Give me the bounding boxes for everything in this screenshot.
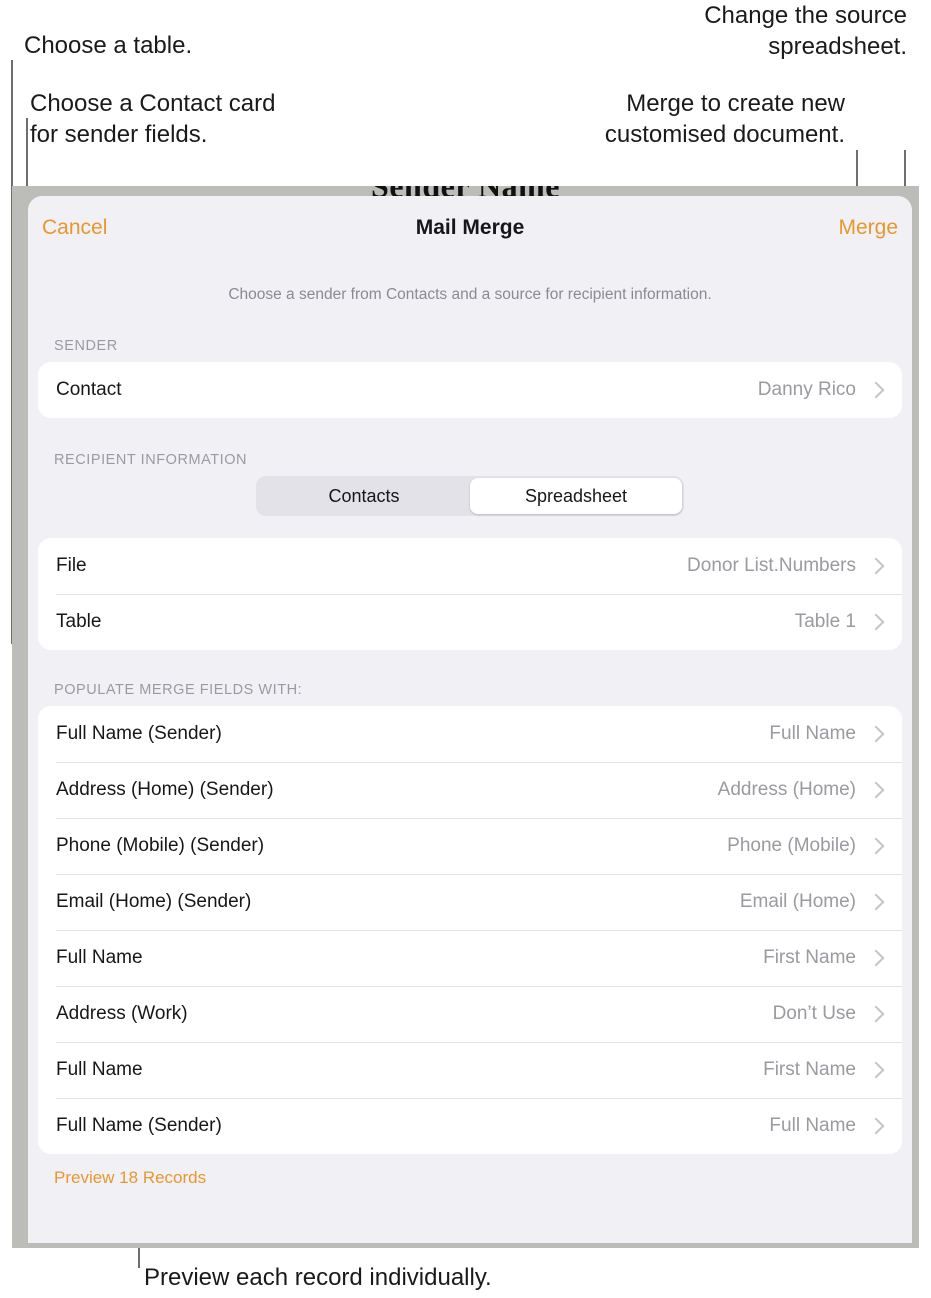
table-row[interactable]: Email (Home) (Sender) Email (Home) [38,874,902,930]
table-row[interactable]: Phone (Mobile) (Sender) Phone (Mobile) [38,818,902,874]
recipient-source-segmented-wrap: Contacts Spreadsheet [28,476,912,516]
merge-fields-group-label: POPULATE MERGE FIELDS WITH: [54,682,303,698]
row-file[interactable]: File Donor List.Numbers [38,538,902,594]
row-label: Address (Work) [56,1003,188,1024]
sender-card: Contact Danny Rico [38,362,902,418]
callout-choose-contact: Choose a Contact card for sender fields. [30,90,276,148]
row-label: Address (Home) (Sender) [56,779,274,800]
row-label: Email (Home) (Sender) [56,891,252,912]
row-value: Phone (Mobile) [727,835,856,856]
row-label: Table [56,611,102,632]
row-label: Full Name (Sender) [56,723,222,744]
chevron-right-icon [867,893,885,911]
row-value: Donor List.Numbers [687,555,856,576]
preview-records-link[interactable]: Preview 18 Records [54,1168,206,1188]
callout-change-source: Change the source spreadsheet. [704,2,907,60]
row-contact[interactable]: Contact Danny Rico [38,362,902,418]
chevron-right-icon [867,837,885,855]
table-row[interactable]: Full Name (Sender) Full Name [38,706,902,762]
row-label: Full Name [56,1059,143,1080]
table-row[interactable]: Full Name First Name [38,930,902,986]
row-label: Phone (Mobile) (Sender) [56,835,265,856]
row-label: Contact [56,379,122,400]
sender-group-label: SENDER [54,338,118,354]
merge-fields-card: Full Name (Sender) Full Name Address (Ho… [38,706,902,1154]
segment-spreadsheet[interactable]: Spreadsheet [470,478,682,514]
chevron-right-icon [867,557,885,575]
chevron-right-icon [867,1005,885,1023]
sheet-subtitle: Choose a sender from Contacts and a sour… [228,286,712,303]
row-label: Full Name [56,947,143,968]
chevron-right-icon [867,949,885,967]
row-value: Table 1 [794,611,856,632]
table-row[interactable]: Full Name (Sender) Full Name [38,1098,902,1154]
row-value: First Name [763,1059,856,1080]
chevron-right-icon [867,1061,885,1079]
chevron-right-icon [867,725,885,743]
sheet-header: Cancel Mail Merge Merge [28,196,912,268]
table-row[interactable]: Full Name First Name [38,1042,902,1098]
row-label: File [56,555,87,576]
chevron-right-icon [867,1117,885,1135]
page-title: Mail Merge [415,216,525,239]
row-value: Email (Home) [739,891,856,912]
chevron-right-icon [867,781,885,799]
row-value: Full Name [769,1115,856,1136]
row-value: Full Name [769,723,856,744]
merge-button[interactable]: Merge [838,216,898,240]
chevron-right-icon [867,381,885,399]
callout-choose-table: Choose a table. [24,32,193,59]
row-value: Address (Home) [717,779,856,800]
mail-merge-sheet: Cancel Mail Merge Merge Choose a sender … [28,196,912,1243]
row-table[interactable]: Table Table 1 [38,594,902,650]
row-value: First Name [763,947,856,968]
row-label: Full Name (Sender) [56,1115,222,1136]
callout-preview-each: Preview each record individually. [144,1264,492,1291]
chevron-right-icon [867,613,885,631]
callout-merge-create: Merge to create new customised document. [604,90,845,148]
row-value: Don’t Use [772,1003,856,1024]
recipient-group-label: RECIPIENT INFORMATION [54,452,248,468]
table-row[interactable]: Address (Home) (Sender) Address (Home) [38,762,902,818]
row-value: Danny Rico [757,379,856,400]
table-row[interactable]: Address (Work) Don’t Use [38,986,902,1042]
segment-contacts[interactable]: Contacts [258,478,470,514]
recipient-source-card: File Donor List.Numbers Table Table 1 [38,538,902,650]
recipient-source-segmented-control[interactable]: Contacts Spreadsheet [256,476,684,516]
